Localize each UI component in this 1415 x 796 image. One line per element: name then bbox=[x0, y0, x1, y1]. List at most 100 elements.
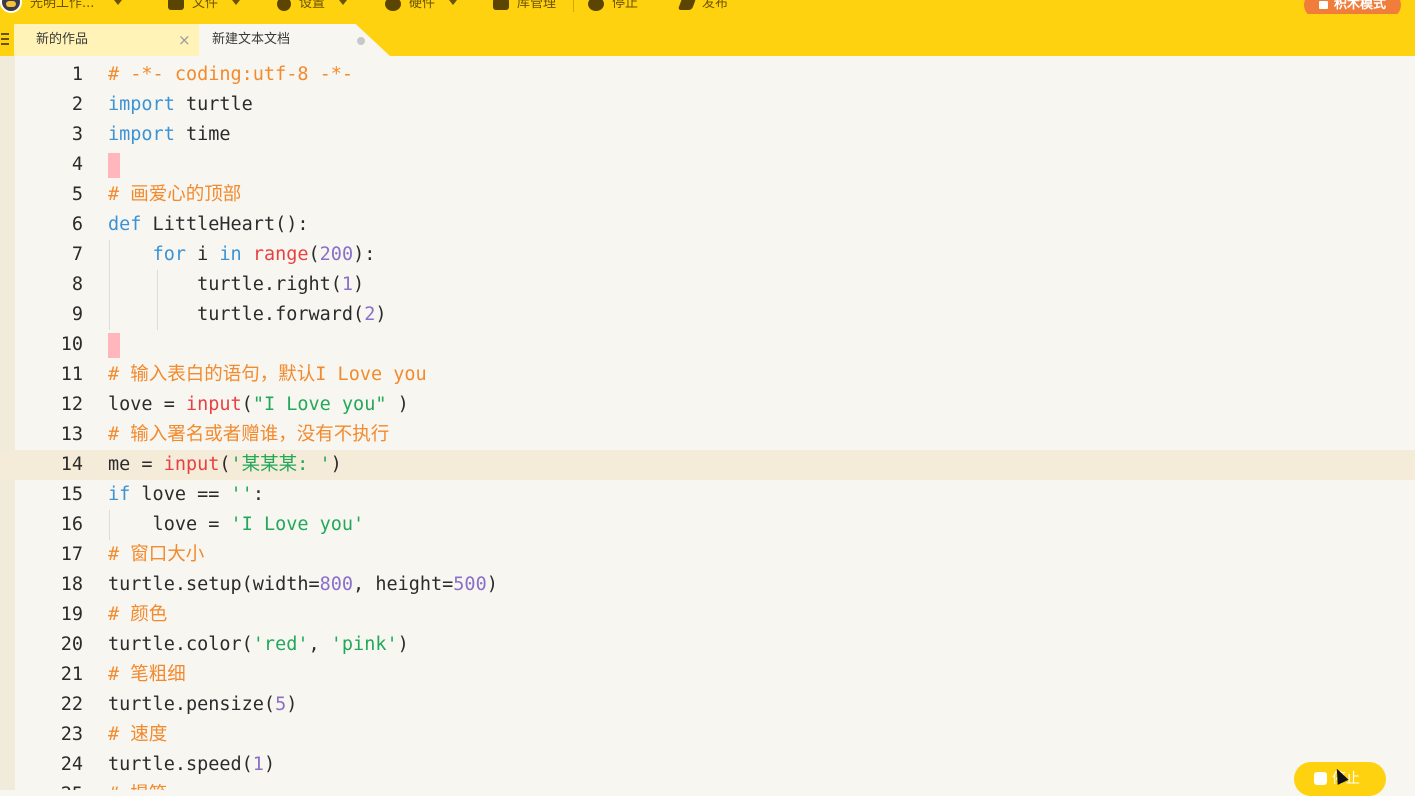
code-line[interactable]: 6 def LittleHeart(): bbox=[0, 210, 1415, 240]
code-token: in bbox=[219, 244, 242, 265]
library-button[interactable]: 库管理 bbox=[493, 0, 556, 11]
code-token: ( bbox=[308, 244, 320, 265]
code-token: # 输入表白的语句，默认I Love you bbox=[108, 364, 427, 385]
code-line[interactable]: 22 turtle.pensize(5) bbox=[0, 690, 1415, 720]
code-line[interactable]: 24 turtle.speed(1) bbox=[0, 750, 1415, 780]
code-line[interactable]: 12 love = input("I Love you" ) bbox=[0, 390, 1415, 420]
rocket-icon bbox=[677, 0, 697, 10]
code-text: love = input("I Love you" ) bbox=[108, 390, 409, 420]
code-line[interactable]: 1 # -*- coding:utf-8 -*- bbox=[0, 60, 1415, 90]
code-token: 'I Love you' bbox=[230, 514, 365, 535]
code-token: ) bbox=[397, 634, 409, 655]
code-token: # 笔粗细 bbox=[108, 664, 186, 685]
code-editor[interactable]: 1 # -*- coding:utf-8 -*- 2 import turtle 3 im… bbox=[0, 56, 1415, 790]
code-token: turtle.right( bbox=[108, 274, 342, 295]
code-token: 1 bbox=[341, 274, 354, 295]
code-text: # -*- coding:utf-8 -*- bbox=[108, 60, 353, 90]
close-icon[interactable]: × bbox=[178, 24, 191, 56]
code-line[interactable]: 5 # 画爱心的顶部 bbox=[0, 180, 1415, 210]
code-line[interactable]: 4 bbox=[0, 150, 1415, 180]
code-token: 800 bbox=[319, 574, 354, 595]
line-number: 14 bbox=[60, 454, 83, 475]
settings-menu[interactable]: 设置 bbox=[277, 0, 348, 11]
block-mode-button[interactable]: 积木模式 bbox=[1304, 0, 1401, 14]
code-token: ) bbox=[330, 454, 342, 475]
chevron-down-icon bbox=[114, 0, 123, 5]
code-token: : bbox=[252, 484, 264, 505]
stop-square-icon bbox=[1314, 772, 1327, 785]
line-number: 25 bbox=[40, 780, 83, 790]
code-token: input bbox=[163, 454, 220, 475]
line-number: 6 bbox=[71, 214, 83, 235]
code-text: # 笔粗细 bbox=[108, 660, 186, 690]
tab-label: 新的作品 bbox=[36, 32, 89, 47]
code-line[interactable]: 23 # 速度 bbox=[0, 720, 1415, 750]
line-number: 12 bbox=[60, 394, 83, 415]
hardware-menu[interactable]: 硬件 bbox=[385, 0, 458, 11]
file-menu[interactable]: 文件 bbox=[168, 0, 241, 11]
code-line[interactable]: 17 # 窗口大小 bbox=[0, 540, 1415, 570]
code-line[interactable]: 10 bbox=[0, 330, 1415, 360]
workspace-menu[interactable]: 光明工作... bbox=[30, 0, 123, 11]
code-line[interactable]: 21 # 笔粗细 bbox=[0, 660, 1415, 690]
code-line[interactable]: 8 turtle.right(1) bbox=[0, 270, 1415, 300]
code-line[interactable]: 11 # 输入表白的语句，默认I Love you bbox=[0, 360, 1415, 390]
code-token: def bbox=[108, 214, 142, 235]
publish-label: 发布 bbox=[702, 0, 729, 11]
code-token: turtle.speed( bbox=[108, 754, 253, 775]
line-number: 5 bbox=[71, 184, 83, 205]
code-line[interactable]: 7 for i in range(200): bbox=[0, 240, 1415, 270]
code-token: ) bbox=[263, 754, 276, 775]
code-text: # 速度 bbox=[108, 720, 167, 750]
code-token: # 颜色 bbox=[108, 604, 168, 625]
code-text: # 提笔 bbox=[108, 780, 167, 790]
code-line[interactable]: 15 if love == '': bbox=[0, 480, 1415, 510]
workspace-label: 光明工作... bbox=[30, 0, 95, 11]
code-token: turtle.setup(width= bbox=[108, 574, 320, 595]
code-line[interactable]: 14 me = input('某某某: ') bbox=[0, 450, 1415, 480]
code-line[interactable]: 2 import turtle bbox=[0, 90, 1415, 120]
line-number: 13 bbox=[60, 424, 83, 445]
code-token: ) bbox=[353, 274, 365, 295]
code-line[interactable]: 20 turtle.color('red', 'pink') bbox=[0, 630, 1415, 660]
code-line[interactable]: 3 import time bbox=[0, 120, 1415, 150]
line-number: 19 bbox=[60, 604, 83, 625]
publish-button[interactable]: 发布 bbox=[677, 0, 729, 11]
code-text: love = 'I Love you' bbox=[108, 510, 365, 540]
code-token: love = bbox=[108, 514, 231, 535]
stop-button[interactable]: 停止 bbox=[588, 0, 638, 11]
file-menu-label: 文件 bbox=[192, 0, 219, 11]
gear-icon bbox=[277, 0, 291, 11]
code-token: # 画爱心的顶部 bbox=[108, 184, 242, 205]
code-line[interactable]: 13 # 输入署名或者赠谁，没有不执行 bbox=[0, 420, 1415, 450]
code-token: 'red' bbox=[252, 634, 309, 655]
library-label: 库管理 bbox=[517, 0, 557, 11]
tab-new-work[interactable]: 新的作品 × bbox=[14, 24, 200, 56]
code-line[interactable]: 19 # 颜色 bbox=[0, 600, 1415, 630]
code-line[interactable]: 16 love = 'I Love you' bbox=[0, 510, 1415, 540]
code-token: ) bbox=[486, 574, 498, 595]
code-token: love = bbox=[108, 394, 186, 415]
code-token: ): bbox=[353, 244, 376, 265]
code-text: import time bbox=[108, 120, 231, 150]
line-number: 7 bbox=[71, 244, 83, 265]
error-marker bbox=[108, 333, 120, 358]
error-marker bbox=[108, 153, 120, 178]
code-token: # 提笔 bbox=[108, 784, 167, 790]
robot-avatar-icon[interactable] bbox=[0, 0, 22, 13]
code-token: me = bbox=[108, 454, 164, 475]
code-token: '某某某: ' bbox=[230, 454, 331, 475]
stop-label: 停止 bbox=[612, 0, 639, 11]
line-number: 4 bbox=[71, 154, 83, 175]
code-line[interactable]: 18 turtle.setup(width=800, height=500) bbox=[0, 570, 1415, 600]
code-token: love == bbox=[130, 484, 231, 505]
sidebar-toggle-icon[interactable] bbox=[0, 24, 10, 56]
code-line[interactable]: 9 turtle.forward(2) bbox=[0, 300, 1415, 330]
code-line[interactable]: 25 # 提笔 bbox=[0, 780, 1415, 790]
line-number: 9 bbox=[71, 304, 83, 325]
code-token: , bbox=[308, 634, 331, 655]
code-token: # 输入署名或者赠谁，没有不执行 bbox=[108, 424, 390, 445]
code-token: turtle.color( bbox=[108, 634, 253, 655]
